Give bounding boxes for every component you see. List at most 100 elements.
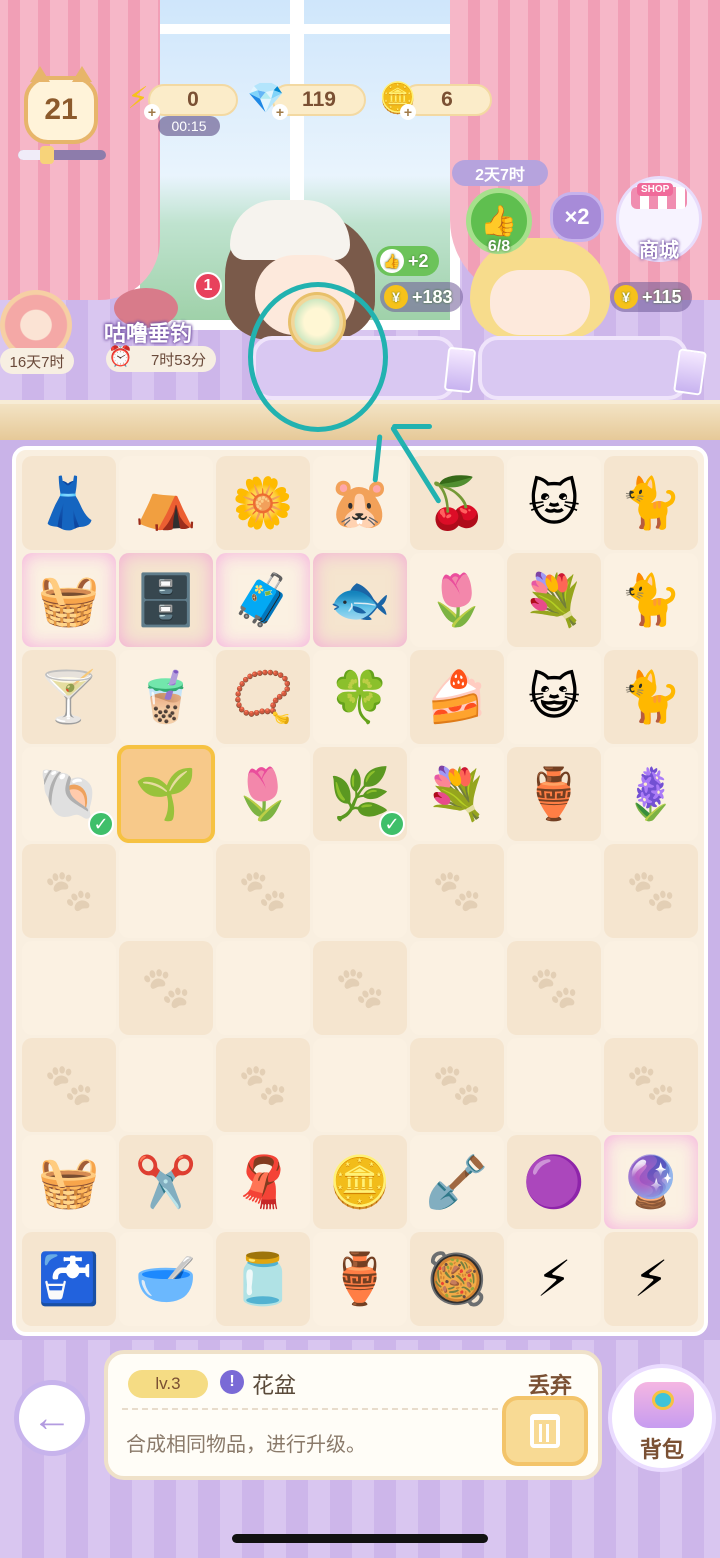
empty-cell[interactable]	[604, 941, 698, 1035]
plus-icon[interactable]: +	[272, 104, 288, 120]
empty-cell[interactable]	[22, 941, 116, 1035]
notification-badge: 1	[194, 272, 222, 300]
board-item-lily-of-the-valley[interactable]: 🌿 ✓	[313, 747, 407, 841]
info-icon[interactable]: !	[220, 1370, 244, 1394]
empty-cell[interactable]	[507, 1038, 601, 1132]
board-item-jewelry-box[interactable]: 🗄️	[119, 553, 213, 647]
board-item-pet-bowl[interactable]: 🥘	[410, 1232, 504, 1326]
board-item-glass-with-ribbon[interactable]: 🍸	[22, 650, 116, 744]
plus-icon[interactable]: +	[144, 104, 160, 120]
empty-cell[interactable]	[22, 1038, 116, 1132]
empty-cell[interactable]	[410, 941, 504, 1035]
empty-cell[interactable]	[22, 844, 116, 938]
board-item-white-flowers[interactable]: 🌼	[216, 456, 310, 550]
board-item-lucky-cat[interactable]: 🐈	[604, 456, 698, 550]
annotation-circle	[248, 282, 388, 432]
board-item-sand-bucket[interactable]: 🧺	[22, 1135, 116, 1229]
order-slot-2[interactable]	[478, 336, 688, 400]
empty-cell[interactable]	[119, 844, 213, 938]
shop-label: 商城	[639, 240, 679, 262]
board-item-energy-small[interactable]: ⚡	[507, 1232, 601, 1326]
empty-cell[interactable]	[216, 1038, 310, 1132]
board-item-water-dispenser[interactable]: 🚰	[22, 1232, 116, 1326]
discard-button[interactable]	[502, 1396, 588, 1466]
empty-cell[interactable]	[507, 844, 601, 938]
shop-sign: SHOP	[637, 183, 674, 196]
home-indicator[interactable]	[232, 1534, 488, 1543]
board-item-calico-cat[interactable]: 🐈	[604, 553, 698, 647]
coin-reward-bubble: ¥ +183	[380, 282, 463, 312]
level-badge[interactable]: 21	[24, 66, 98, 144]
level-number: 21	[44, 93, 78, 126]
energy-counter[interactable]: 0	[148, 84, 238, 116]
empty-cell[interactable]	[507, 941, 601, 1035]
empty-cell[interactable]	[313, 1038, 407, 1132]
board-item-towel-rack[interactable]: 🧣	[216, 1135, 310, 1229]
board-item-tulip[interactable]: 🌷	[216, 747, 310, 841]
like-bonus-bubble: 👍 +2	[376, 246, 439, 276]
board-item-food-bowl[interactable]: 🥣	[119, 1232, 213, 1326]
board-item-pearl-headband[interactable]: 📿	[216, 650, 310, 744]
board-item-energy-large[interactable]: ⚡	[604, 1232, 698, 1326]
board-item-berry-basket[interactable]: 🍒	[410, 456, 504, 550]
card-icon	[673, 348, 707, 396]
empty-cell[interactable]	[604, 844, 698, 938]
board-item-clothes-rack[interactable]: 🧺	[22, 553, 116, 647]
empty-cell[interactable]	[216, 844, 310, 938]
board-item-pink-vase[interactable]: 🏺	[507, 747, 601, 841]
board-item-teepee-tent[interactable]: ⛺	[119, 456, 213, 550]
board-item-purple-bouquet[interactable]: 💐	[507, 553, 601, 647]
empty-cell[interactable]	[216, 941, 310, 1035]
board-item-iced-tea[interactable]: 🧋	[119, 650, 213, 744]
board-item-fishbowl[interactable]: 🐟	[313, 553, 407, 647]
board-item-flower-pot[interactable]: 🌱	[117, 745, 215, 843]
board-item-honey-jar[interactable]: 🏺	[313, 1232, 407, 1326]
board-item-tricolor-cat[interactable]: 🐈	[604, 650, 698, 744]
coin-reward-value: +115	[642, 286, 682, 307]
board-item-pink-dough[interactable]: 🟣	[507, 1135, 601, 1229]
board-item-seashell[interactable]: 🐚 ✓	[22, 747, 116, 841]
empty-cell[interactable]	[119, 941, 213, 1035]
thumbs-up-icon: 👍	[380, 249, 404, 273]
empty-cell[interactable]	[410, 1038, 504, 1132]
empty-cell[interactable]	[313, 844, 407, 938]
multiplier-button[interactable]: ×2	[550, 192, 604, 242]
boy-face	[490, 270, 590, 335]
back-arrow-icon[interactable]: ←	[14, 1380, 90, 1456]
cat-ear-icon	[30, 66, 50, 82]
event-timer: 2天7时	[452, 160, 548, 186]
board-item-white-bouquet[interactable]: 💐	[410, 747, 504, 841]
merge-board: 👗⛺🌼🐹🍒🐱🐈🧺🗄️🧳🐟🌷💐🐈🍸🧋📿🍀🍰😺🐈🐚✓🌱🌷🌿✓💐🏺🪻🧺✂️🧣🪙🪏🟣🔮🚰…	[12, 446, 708, 1336]
board-item-garden-shears[interactable]: ✂️	[119, 1135, 213, 1229]
girl-hat	[230, 200, 350, 260]
board-item-coins[interactable]: 🪙	[313, 1135, 407, 1229]
empty-cell[interactable]	[410, 844, 504, 938]
board-item-open-trunk[interactable]: 🧳	[216, 553, 310, 647]
board-item-green-flower[interactable]: 🍀	[313, 650, 407, 744]
board-grid: 👗⛺🌼🐹🍒🐱🐈🧺🗄️🧳🐟🌷💐🐈🍸🧋📿🍀🍰😺🐈🐚✓🌱🌷🌿✓💐🏺🪻🧺✂️🧣🪙🪏🟣🔮🚰…	[22, 456, 698, 1326]
gem-value: 119	[302, 88, 336, 111]
board-item-purple-bells[interactable]: 🪻	[604, 747, 698, 841]
like-count: 6/8	[487, 238, 511, 255]
cat-ear-icon	[72, 66, 92, 82]
xp-knob	[40, 146, 54, 164]
board-item-hamster-taco[interactable]: 🐹	[313, 456, 407, 550]
energy-timer: 00:15	[158, 116, 220, 136]
item-description: 合成相同物品，进行升级。	[126, 1434, 366, 1456]
empty-cell[interactable]	[313, 941, 407, 1035]
board-item-flower-shelf[interactable]: 🌷	[410, 553, 504, 647]
empty-cell[interactable]	[119, 1038, 213, 1132]
empty-cell[interactable]	[604, 1038, 698, 1132]
board-item-berry-jar[interactable]: 🫙	[216, 1232, 310, 1326]
board-item-shovel[interactable]: 🪏	[410, 1135, 504, 1229]
roll-timer: 16天7时	[0, 348, 74, 374]
trash-icon	[530, 1414, 560, 1448]
board-item-siamese-cat[interactable]: 😺	[507, 650, 601, 744]
board-item-dress[interactable]: 👗	[22, 456, 116, 550]
board-item-gem-capsule[interactable]: 🔮	[604, 1135, 698, 1229]
plus-icon[interactable]: +	[400, 104, 416, 120]
board-item-matcha-cake[interactable]: 🍰	[410, 650, 504, 744]
coin-icon: ¥	[614, 285, 638, 309]
board-item-calico-cat-crown[interactable]: 🐱	[507, 456, 601, 550]
checkmark-icon: ✓	[379, 811, 405, 837]
